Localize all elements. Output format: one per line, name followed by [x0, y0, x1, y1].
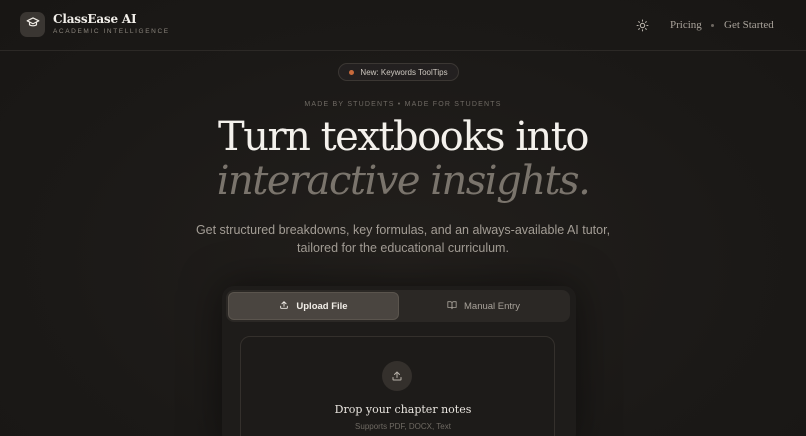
top-navigation-bar: ClassEase AI ACADEMIC INTELLIGENCE Prici… [0, 0, 806, 51]
headline-line-2: interactive insights. [216, 158, 591, 204]
tagline: MADE BY STUDENTS • MADE FOR STUDENTS [304, 101, 502, 108]
tab-label: Upload File [296, 300, 348, 312]
upload-icon [279, 300, 289, 313]
book-open-icon [447, 300, 457, 313]
headline-line-1: Turn textbooks into [218, 114, 589, 160]
brand-name[interactable]: ClassEase AI [53, 12, 137, 26]
graduation-cap-icon [26, 15, 40, 34]
dropzone-title: Drop your chapter notes [334, 403, 472, 416]
nav-pricing-link[interactable]: Pricing [670, 19, 702, 31]
sun-icon[interactable] [635, 18, 649, 32]
nav-get-started-link[interactable]: Get Started [724, 19, 774, 31]
hero-description: Get structured breakdowns, key formulas,… [195, 223, 611, 255]
badge-dot [349, 69, 355, 75]
upload-icon[interactable] [382, 361, 412, 391]
tab-label: Manual Entry [464, 300, 520, 312]
announcement-badge[interactable]: New: Keywords ToolTips [338, 63, 459, 81]
dropzone-subtitle: Supports PDF, DOCX, Text [355, 422, 451, 431]
input-mode-tabs: Upload File Manual Entry [226, 290, 570, 322]
nav-separator-dot [711, 24, 714, 27]
tab-upload-file[interactable]: Upload File [228, 292, 399, 320]
logo[interactable] [20, 12, 45, 37]
brand-subtitle: ACADEMIC INTELLIGENCE [53, 28, 170, 35]
badge-label: New: Keywords ToolTips [360, 67, 448, 77]
tab-manual-entry[interactable]: Manual Entry [399, 292, 568, 320]
